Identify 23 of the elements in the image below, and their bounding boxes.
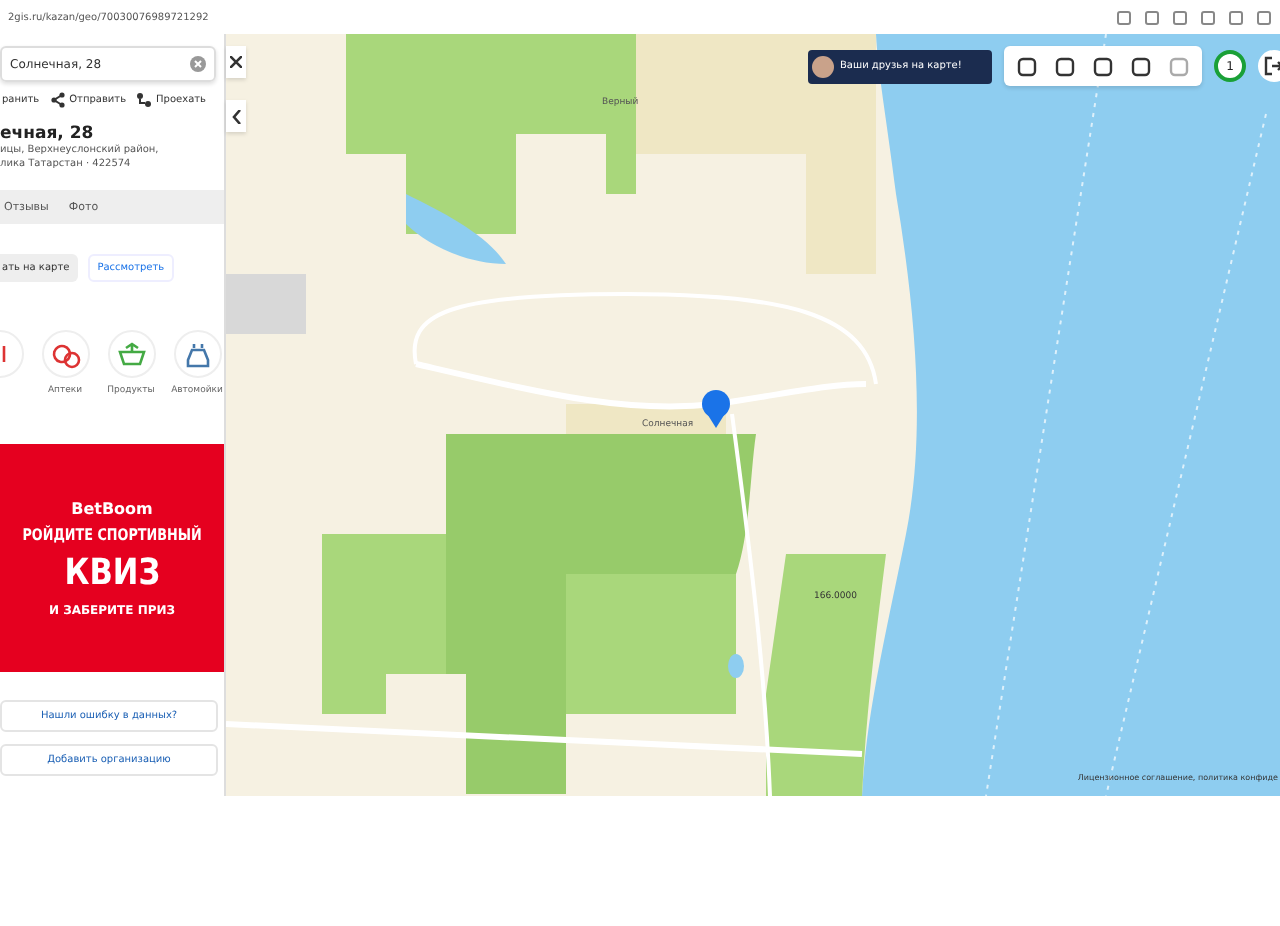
map-tool-icon[interactable] bbox=[1092, 55, 1114, 77]
map-tool-icon[interactable] bbox=[1016, 55, 1038, 77]
share-icon bbox=[49, 92, 66, 108]
close-button[interactable] bbox=[226, 46, 246, 78]
map-tool-icon[interactable] bbox=[1130, 55, 1152, 77]
login-icon bbox=[1264, 56, 1280, 76]
category-icon[interactable] bbox=[107, 330, 155, 378]
category-icon[interactable] bbox=[173, 330, 221, 378]
clear-icon[interactable] bbox=[190, 56, 206, 72]
close-icon bbox=[230, 56, 242, 68]
avatar bbox=[812, 55, 834, 77]
ad-headline: КВИЗ bbox=[64, 551, 160, 593]
map-tool-icon[interactable] bbox=[1054, 55, 1076, 77]
collapse-button[interactable] bbox=[226, 100, 246, 132]
lake bbox=[406, 194, 506, 264]
ad-text: РОЙДИТЕ СПОРТИВНЫЙ bbox=[22, 525, 202, 543]
ad-brand: BetBoom bbox=[71, 499, 153, 517]
place-title: ечная, 28 bbox=[0, 124, 96, 144]
route-icon bbox=[136, 92, 153, 108]
pond bbox=[728, 654, 744, 678]
chevron-left-icon bbox=[231, 109, 241, 123]
location-pin-icon[interactable] bbox=[702, 390, 730, 428]
category-icon[interactable] bbox=[41, 330, 89, 378]
